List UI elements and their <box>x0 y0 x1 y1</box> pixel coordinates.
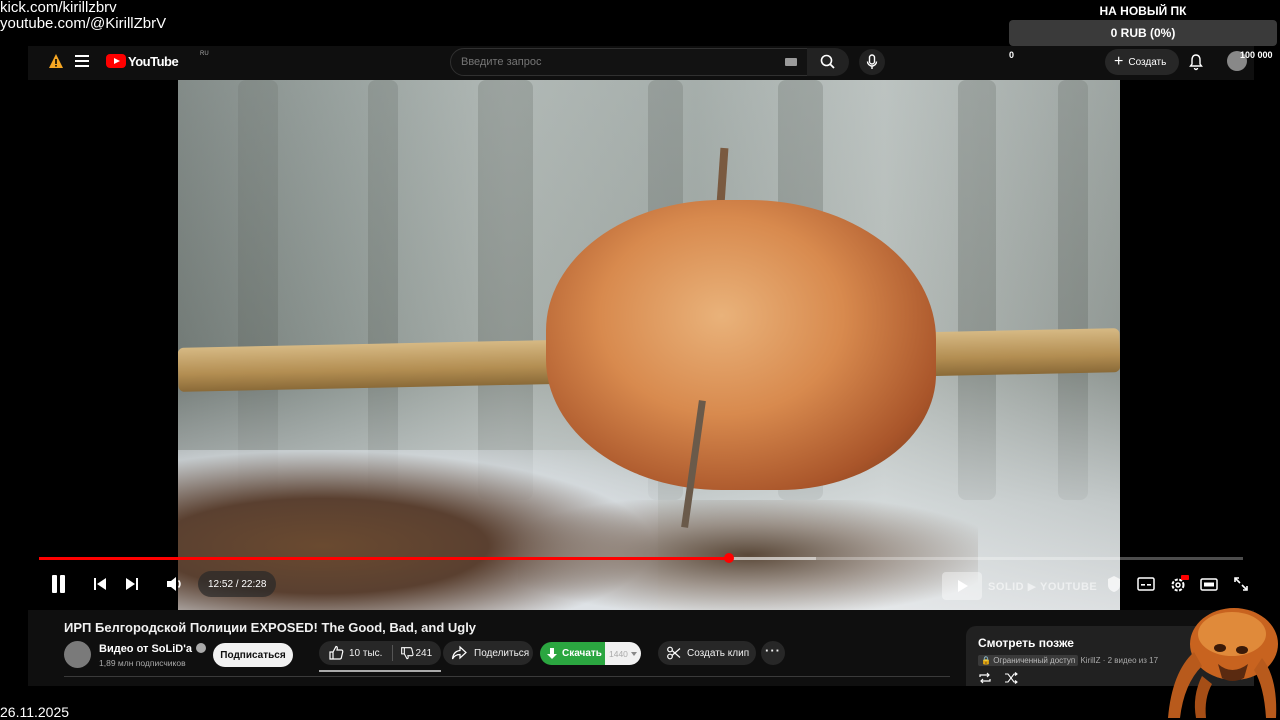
download-quality-value: 1440 <box>609 648 628 659</box>
logo-region: RU <box>200 51 209 57</box>
channel-avatar[interactable] <box>64 641 91 668</box>
goal-progress-bar: 0 RUB (0%) <box>1009 20 1277 46</box>
share-label: Поделиться <box>474 647 530 659</box>
logo-text: YouTube <box>128 53 179 69</box>
download-label: Скачать <box>562 648 602 659</box>
youtube-logo[interactable]: YouTube RU <box>106 51 209 69</box>
scissors-icon <box>667 646 681 660</box>
menu-icon[interactable] <box>75 55 89 67</box>
watermark-play-icon <box>942 572 982 600</box>
search-box <box>450 48 808 76</box>
youtube-logo-icon <box>106 54 126 68</box>
restricted-label: Ограниченный доступ <box>993 656 1076 665</box>
channel-name-row[interactable]: Видео от SoLiD'a <box>99 643 206 655</box>
youtube-window: YouTube RU + Создать <box>28 46 1254 686</box>
verified-icon <box>195 643 206 653</box>
goal-progress-text: 0 RUB (0%) <box>1110 26 1176 40</box>
download-icon <box>547 647 557 659</box>
stream-link-youtube: youtube.com/@KirillZbrV <box>0 15 167 32</box>
clip-button[interactable]: Создать клип <box>658 641 756 665</box>
divider <box>64 676 950 677</box>
share-icon <box>451 645 467 660</box>
autoplay-toggle-icon[interactable] <box>1100 570 1128 598</box>
watch-later-title[interactable]: Смотреть позже <box>978 636 1074 650</box>
roasted-chicken <box>546 200 936 490</box>
voice-search-button[interactable] <box>859 49 885 75</box>
channel-watermark[interactable]: SOLID ▶ YOUTUBE <box>942 572 1112 600</box>
bell-icon[interactable] <box>1188 53 1204 71</box>
like-underline <box>319 670 441 672</box>
video-frame[interactable] <box>178 80 1120 610</box>
time-display: 12:52 / 22:28 <box>198 571 277 597</box>
stream-date: 26.11.2025 <box>0 704 70 720</box>
donation-goal: НА НОВЫЙ ПК 0 RUB (0%) <box>1009 0 1277 48</box>
subtitles-icon[interactable] <box>1136 570 1156 598</box>
search-icon <box>820 54 835 69</box>
create-label: Создать <box>1128 56 1167 68</box>
more-icon: ··· <box>765 643 781 658</box>
headcrab-mascot <box>1168 608 1278 718</box>
pause-button[interactable] <box>46 570 70 598</box>
loop-icon[interactable] <box>978 672 992 684</box>
volume-icon[interactable] <box>164 570 186 598</box>
chevron-down-icon <box>630 651 637 656</box>
previous-icon[interactable] <box>90 570 110 598</box>
lock-icon: 🔒 <box>981 656 991 665</box>
watch-later-meta-row: 🔒 Ограниченный доступ KirillZ · 2 видео … <box>978 655 1159 666</box>
plus-icon: + <box>1114 53 1124 70</box>
share-button[interactable]: Поделиться <box>443 641 533 665</box>
keyboard-icon[interactable] <box>785 58 797 66</box>
search-button[interactable] <box>807 48 849 76</box>
goal-min: 0 <box>1009 50 1015 60</box>
next-icon[interactable] <box>122 570 142 598</box>
goal-title: НА НОВЫЙ ПК <box>1099 4 1187 18</box>
clip-label: Создать клип <box>687 647 750 659</box>
progress-scrubber[interactable] <box>723 553 734 563</box>
restricted-badge: 🔒 Ограниченный доступ <box>978 655 1079 666</box>
subscriber-count: 1,89 млн подписчиков <box>99 658 186 668</box>
like-count[interactable]: 10 тыс. <box>349 648 382 659</box>
like-dislike-group: 10 тыс. 241 <box>319 641 441 665</box>
top-bar: YouTube RU + Создать <box>28 46 1254 80</box>
create-button[interactable]: + Создать <box>1105 49 1179 75</box>
like-icon[interactable] <box>327 644 345 662</box>
watch-later-meta: KirillZ · 2 видео из 17 <box>1080 656 1159 665</box>
channel-name[interactable]: Видео от SoLiD'a <box>99 643 192 655</box>
progress-bar[interactable] <box>39 553 1243 563</box>
download-button[interactable]: Скачать <box>540 642 605 665</box>
progress-played <box>39 557 729 560</box>
microphone-icon <box>866 54 878 69</box>
goal-max: 100 000 <box>1240 50 1273 60</box>
subscribe-button[interactable]: Подписаться <box>213 643 293 667</box>
search-input[interactable] <box>461 49 761 75</box>
stream-link-kick: kick.com/kirillzbrv <box>0 0 117 16</box>
shuffle-icon[interactable] <box>1004 672 1018 684</box>
warning-icon[interactable] <box>48 53 64 69</box>
video-title: ИРП Белгородской Полиции EXPOSED! The Go… <box>64 620 477 635</box>
like-divider <box>392 645 394 661</box>
video-player[interactable]: 12:52 / 22:28 SOLID ▶ YOUTUBE <box>28 80 1254 610</box>
dislike-icon[interactable] <box>399 644 415 662</box>
watermark-text: SOLID ▶ YOUTUBE <box>988 580 1098 593</box>
dislike-count[interactable]: 241 <box>415 648 432 659</box>
more-actions-button[interactable]: ··· <box>761 641 785 665</box>
download-quality-select[interactable]: 1440 <box>605 642 641 665</box>
